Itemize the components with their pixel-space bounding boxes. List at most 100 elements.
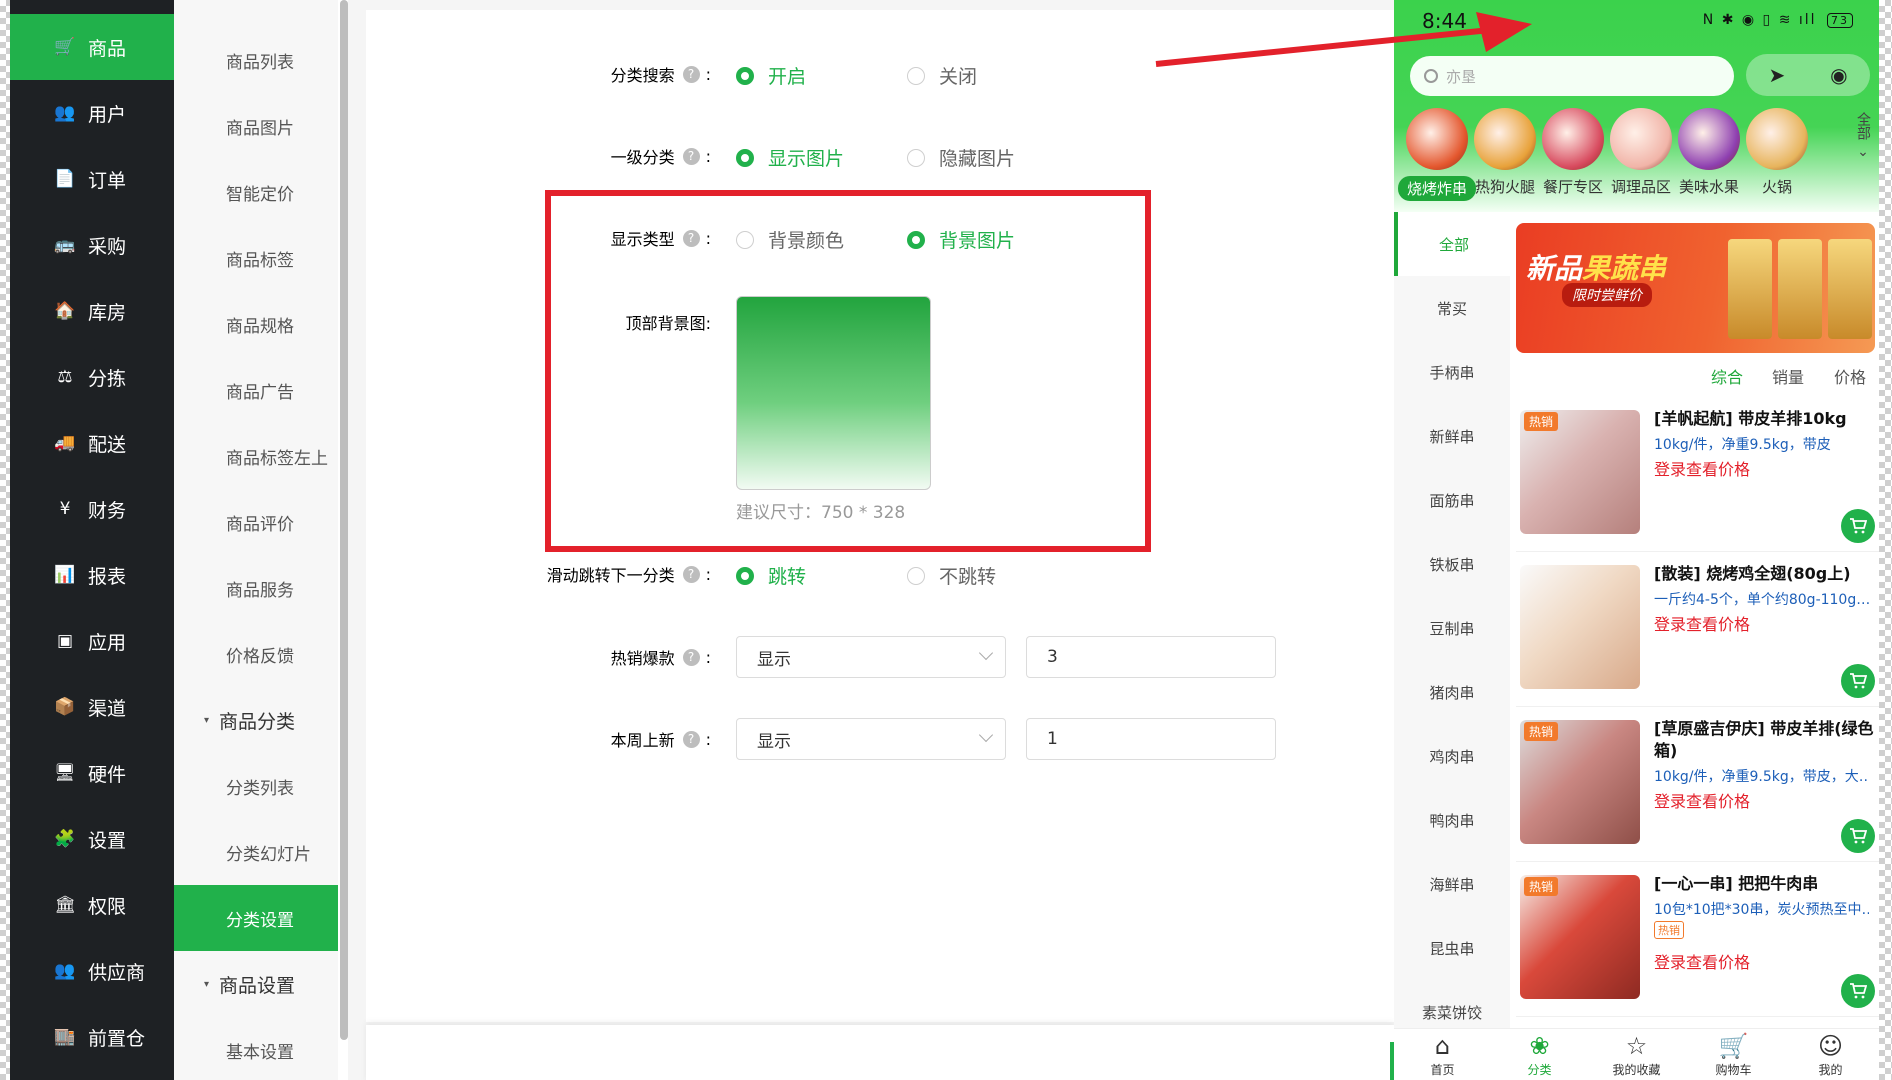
level1-hide-image-radio[interactable]: 隐藏图片 [907, 144, 1015, 171]
tab-4[interactable]: ☺ 我的 [1791, 1029, 1871, 1080]
left-category-item[interactable]: 猪肉串 [1394, 660, 1510, 724]
product-card[interactable]: 热销 [一心一串] 把把牛肉串 10包*10把*30串，炭火预热至中… 热销 登录查看价… [1516, 863, 1879, 1017]
nav-item-9[interactable]: ▣ 应用 [10, 608, 174, 674]
location-arrow-icon[interactable]: ➤ [1768, 63, 1785, 87]
sidebar-scrollbar[interactable] [340, 0, 348, 1040]
category-image [1746, 108, 1808, 170]
nav-item-4[interactable]: 🏠 库房 [10, 278, 174, 344]
level1-show-image-radio[interactable]: 显示图片 [736, 144, 844, 171]
nav-item-15[interactable]: 🏬 前置仓 [10, 1004, 174, 1070]
category-search-on-radio[interactable]: 开启 [736, 62, 806, 89]
login-to-see-price[interactable]: 登录查看价格 [1654, 456, 1750, 480]
top-category-item[interactable]: 热狗火腿 [1466, 108, 1544, 197]
promo-banner[interactable]: 新品果蔬串 限时尝鲜价 [1516, 223, 1875, 353]
nav-item-1[interactable]: 👥 用户 [10, 80, 174, 146]
top-category-item[interactable]: 火锅 [1738, 108, 1816, 197]
sub-nav-group[interactable]: ▾ 商品设置 [174, 951, 338, 1017]
help-icon[interactable]: ? [682, 65, 700, 83]
swipe-jump-off-radio[interactable]: 不跳转 [907, 562, 996, 589]
tab-2[interactable]: ☆ 我的收藏 [1597, 1029, 1677, 1080]
sub-nav-item[interactable]: 分类设置 [174, 885, 338, 951]
screen: 🛒 商品 👥 用户 📄 订单 🚌 采购 🏠 库房 ⚖ 分拣 🚚 配送 ¥ 财务 📊 报表 ▣ 应用 📦 渠道 🖥 硬件 🧩 设置 🏛… [0, 0, 1892, 1080]
add-to-cart-button[interactable] [1841, 664, 1875, 698]
left-category-item[interactable]: 面筋串 [1394, 468, 1510, 532]
left-category-item[interactable]: 手柄串 [1394, 340, 1510, 404]
nav-item-12[interactable]: 🧩 设置 [10, 806, 174, 872]
login-to-see-price[interactable]: 登录查看价格 [1654, 788, 1750, 812]
nav-item-6[interactable]: 🚚 配送 [10, 410, 174, 476]
top-category-item[interactable]: 餐厅专区 [1534, 108, 1612, 197]
add-to-cart-button[interactable] [1841, 974, 1875, 1008]
help-icon[interactable]: ? [682, 229, 700, 247]
sub-nav-item[interactable]: 商品服务 [174, 555, 338, 621]
left-category-item[interactable]: 常买 [1394, 276, 1510, 340]
left-category-item[interactable]: 鸡肉串 [1394, 724, 1510, 788]
left-category-item[interactable]: 昆虫串 [1394, 916, 1510, 980]
help-icon[interactable]: ? [682, 147, 700, 165]
sub-nav-item[interactable]: 商品标签 [174, 225, 338, 291]
add-to-cart-button[interactable] [1841, 819, 1875, 853]
help-icon[interactable]: ? [682, 648, 700, 666]
top-category-item[interactable]: 烧烤炸串 [1398, 108, 1476, 201]
record-icon[interactable]: ◉ [1830, 63, 1847, 87]
nav-item-8[interactable]: 📊 报表 [10, 542, 174, 608]
nav-item-7[interactable]: ¥ 财务 [10, 476, 174, 542]
tab-1[interactable]: ❀ 分类 [1500, 1029, 1580, 1080]
add-to-cart-button[interactable] [1841, 509, 1875, 543]
product-card[interactable]: [散装] 烧烤鸡全翅(80g上) 一斤约4-5个，单个约80g-110g… 登录查看… [1516, 553, 1879, 707]
sub-nav-item[interactable]: 分类幻灯片 [174, 819, 338, 885]
tab-3[interactable]: 🛒 购物车 [1694, 1029, 1774, 1080]
radio-empty-icon [907, 566, 925, 585]
left-category-item[interactable]: 豆制串 [1394, 596, 1510, 660]
sort-price[interactable]: 价格 [1834, 364, 1866, 388]
sub-nav-item[interactable]: 商品列表 [174, 27, 338, 93]
left-category-item[interactable]: 鸭肉串 [1394, 788, 1510, 852]
nav-item-5[interactable]: ⚖ 分拣 [10, 344, 174, 410]
sub-nav-item[interactable]: 分类列表 [174, 753, 338, 819]
nav-item-0[interactable]: 🛒 商品 [10, 14, 174, 80]
nav-item-11[interactable]: 🖥 硬件 [10, 740, 174, 806]
help-icon[interactable]: ? [682, 565, 700, 583]
nav-item-10[interactable]: 📦 渠道 [10, 674, 174, 740]
tab-0[interactable]: ⌂ 首页 [1403, 1029, 1483, 1080]
hot-sales-select[interactable]: 显示 [736, 636, 1006, 678]
product-card[interactable]: 热销 [草原盛吉伊庆] 带皮羊排(绿色箱) 10kg/件，净重9.5kg，带皮，大…… [1516, 708, 1879, 862]
chevron-down-icon: ⌄ [1857, 144, 1869, 160]
nav-item-2[interactable]: 📄 订单 [10, 146, 174, 212]
sub-nav-item[interactable]: 商品广告 [174, 357, 338, 423]
left-category-item[interactable]: 全部 [1394, 212, 1510, 276]
new-week-count-input[interactable]: 1 [1026, 718, 1276, 760]
top-category-item[interactable]: 调理品区 [1602, 108, 1680, 197]
swipe-jump-on-radio[interactable]: 跳转 [736, 562, 806, 589]
sub-nav-item[interactable]: 商品规格 [174, 291, 338, 357]
sub-nav-item[interactable]: 商品评价 [174, 489, 338, 555]
sub-nav-item[interactable]: 价格反馈 [174, 621, 338, 687]
top-bg-image-upload[interactable] [736, 296, 931, 490]
left-category-item[interactable]: 海鲜串 [1394, 852, 1510, 916]
product-card[interactable]: 热销 [羊帆起航] 带皮羊排10kg 10kg/件，净重9.5kg，带皮 登录查看价格 [1516, 398, 1879, 552]
status-icons: N ✱ ◉ ▯ ≋ ıll 73 [1703, 12, 1853, 28]
hot-sales-count-input[interactable]: 3 [1026, 636, 1276, 678]
sub-nav-group[interactable]: ▾ 商品分类 [174, 687, 338, 753]
nav-item-3[interactable]: 🚌 采购 [10, 212, 174, 278]
top-category-item[interactable]: 美味水果 [1670, 108, 1748, 197]
left-category-item[interactable]: 新鲜串 [1394, 404, 1510, 468]
sub-nav-item[interactable]: 智能定价 [174, 159, 338, 225]
nav-item-14[interactable]: 👥 供应商 [10, 938, 174, 1004]
category-search-label: 分类搜索 ? : [611, 62, 711, 86]
sub-nav-item[interactable]: 基本设置 [174, 1017, 338, 1080]
login-to-see-price[interactable]: 登录查看价格 [1654, 611, 1750, 635]
all-categories-button[interactable]: 全部 ⌄ [1853, 112, 1873, 160]
category-search-off-radio[interactable]: 关闭 [907, 62, 977, 89]
new-week-select[interactable]: 显示 [736, 718, 1006, 760]
nav-item-13[interactable]: 🏛 权限 [10, 872, 174, 938]
login-to-see-price[interactable]: 登录查看价格 [1654, 949, 1750, 973]
sub-nav-item[interactable]: 商品标签左上 [174, 423, 338, 489]
sub-nav-item[interactable]: 商品图片 [174, 93, 338, 159]
sort-sales[interactable]: 销量 [1772, 364, 1804, 388]
help-icon[interactable]: ? [682, 730, 700, 748]
display-type-image-radio[interactable]: 背景图片 [907, 226, 1015, 253]
display-type-color-radio[interactable]: 背景颜色 [736, 226, 844, 253]
sort-all[interactable]: 综合 [1711, 364, 1743, 388]
left-category-item[interactable]: 铁板串 [1394, 532, 1510, 596]
